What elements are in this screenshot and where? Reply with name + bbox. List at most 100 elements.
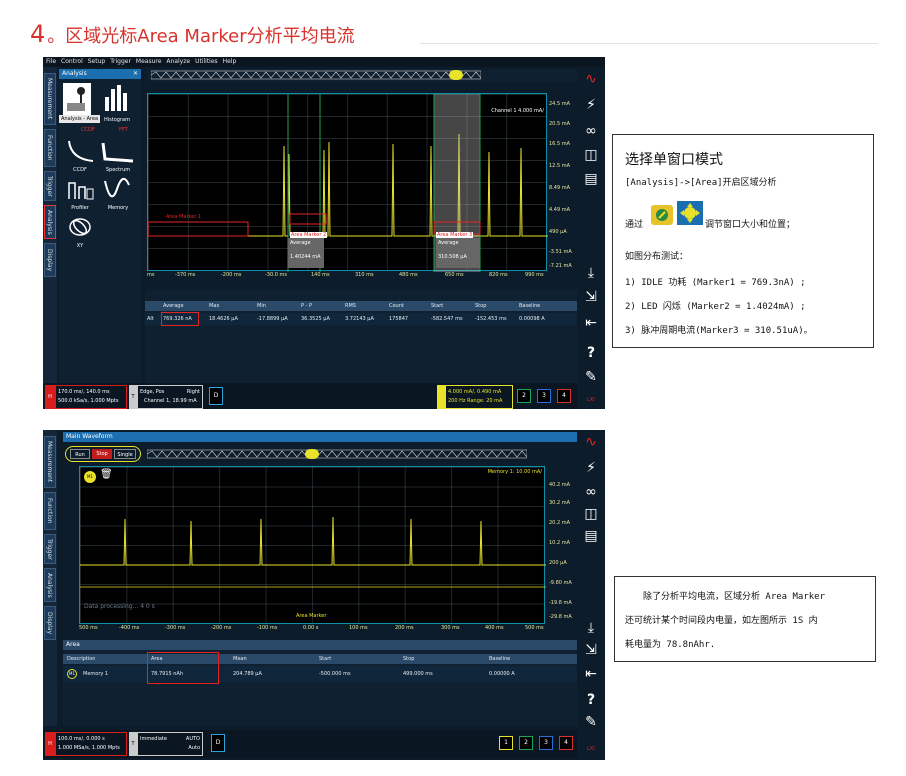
- channel-1-box[interactable]: 4.000 mA/, 0.490 mA 200 Hz Range: 20 mA: [437, 385, 513, 409]
- x-label: -200 ms: [221, 272, 242, 278]
- single-button[interactable]: Single: [114, 449, 136, 459]
- horizontal-badge[interactable]: H: [45, 732, 55, 756]
- m1-badge[interactable]: M1: [84, 471, 96, 483]
- menu-setup[interactable]: Setup: [88, 58, 105, 65]
- trigger-box[interactable]: Edge, Pos Right Channel 1, 18.99 mA: [137, 385, 203, 409]
- channel-3-button[interactable]: 3: [539, 736, 553, 750]
- analysis-area-item[interactable]: [63, 83, 91, 115]
- heading-title: 区域光标Area Marker分析平均电流: [65, 26, 355, 47]
- waveform-trace-2: [80, 516, 546, 588]
- digital-channel-button[interactable]: D: [211, 734, 225, 752]
- profiler-item[interactable]: Profiler: [65, 177, 95, 211]
- trigger-line-1: Edge, Pos: [140, 389, 165, 395]
- tab-function[interactable]: Function: [44, 129, 56, 167]
- analysis-tooltip: Analysis - Area: [59, 115, 101, 123]
- tab-display[interactable]: Display: [44, 243, 56, 277]
- timebase-box[interactable]: 100.0 ms/, 0.000 s 1.000 MSa/s, 1.000 Mp…: [55, 732, 127, 756]
- measurement-table-header: Average Max Min P - P RMS Count Start St…: [145, 301, 577, 311]
- waveform-grid-2[interactable]: M1 🗑 Memory 1: 10.00 mA/ Data processing…: [79, 466, 546, 624]
- window-layout-icon[interactable]: ◫: [583, 147, 599, 163]
- memory-scale-label: Memory 1: 10.00 mA/: [487, 469, 542, 475]
- analysis-panel: Analysis ✕ Analysis - Area Histogram CCD…: [59, 69, 141, 383]
- lxi-label: LXI: [587, 397, 595, 403]
- import-icon[interactable]: ⇲: [583, 289, 599, 305]
- trigger-mode: Immediate: [140, 736, 167, 742]
- y-label: -9.80 mA: [549, 580, 572, 586]
- cell-max: 18.4626 μA: [209, 316, 238, 322]
- window-layout-icon[interactable]: ◫: [583, 506, 599, 522]
- memory-label: Memory: [107, 205, 129, 211]
- spectrum-item[interactable]: Spectrum: [101, 139, 135, 173]
- tab-analysis[interactable]: Analysis: [44, 568, 56, 602]
- channel-4-button[interactable]: 4: [557, 389, 571, 403]
- profiler-tool-icon[interactable]: ▤: [583, 171, 599, 187]
- menu-control[interactable]: Control: [61, 58, 83, 65]
- import-icon[interactable]: ⇲: [583, 642, 599, 658]
- trigger-position-marker-2[interactable]: [305, 449, 319, 459]
- note-1-line-2-post: 调节窗口大小和位置；: [705, 220, 796, 230]
- menu-measure[interactable]: Measure: [136, 58, 162, 65]
- area-marker-label[interactable]: Area Marker: [296, 613, 326, 619]
- table-row[interactable]: M1 Memory 1 78.7915 nAh 204.789 μA -500.…: [63, 666, 577, 682]
- memory-item[interactable]: Memory: [101, 177, 135, 211]
- menu-help[interactable]: Help: [223, 58, 237, 65]
- menu-trigger[interactable]: Trigger: [110, 58, 131, 65]
- infinity-icon[interactable]: ∞: [583, 123, 599, 139]
- help-icon[interactable]: ?: [583, 692, 599, 708]
- tab-trigger[interactable]: Trigger: [44, 534, 56, 564]
- stop-button[interactable]: Stop: [92, 449, 112, 459]
- tab-function[interactable]: Function: [44, 492, 56, 530]
- menu-file[interactable]: File: [46, 58, 56, 65]
- x-label: 400 ms: [485, 625, 504, 631]
- y-label: -19.8 mA: [549, 600, 572, 606]
- trigger-box[interactable]: Immediate AUTO Auto: [137, 732, 203, 756]
- probe-icon[interactable]: ⚡: [583, 460, 599, 476]
- infinity-icon[interactable]: ∞: [583, 484, 599, 500]
- exit-icon[interactable]: ⇤: [583, 315, 599, 331]
- timebase-box[interactable]: 170.0 ms/, 140.0 ms 500.0 kSa/s, 1.000 M…: [55, 385, 127, 409]
- cell-pp: 36.3525 μA: [301, 316, 330, 322]
- channel-2-button[interactable]: 2: [519, 736, 533, 750]
- ccdf-label: CCDF: [73, 167, 87, 173]
- tab-measurement[interactable]: Measurement: [44, 73, 56, 125]
- help-icon[interactable]: ?: [583, 345, 599, 361]
- histogram-item[interactable]: Histogram: [99, 83, 135, 123]
- tab-analysis[interactable]: Analysis: [44, 205, 56, 239]
- trigger-badge[interactable]: T: [129, 385, 137, 409]
- channel-scale-label: Channel 1 4.000 mA/: [491, 108, 544, 114]
- table-row[interactable]: Alt 769.326 nA 18.4626 μA -17.8899 μA 36…: [145, 313, 577, 325]
- xy-item[interactable]: XY: [65, 215, 95, 249]
- probe-icon[interactable]: ⚡: [583, 97, 599, 113]
- cell-baseline: 0.00098 A: [519, 316, 545, 322]
- trash-icon[interactable]: 🗑: [100, 469, 113, 480]
- channel-1-button[interactable]: 1: [499, 736, 513, 750]
- col-baseline: Baseline: [489, 656, 511, 662]
- col-rms: RMS: [345, 303, 356, 309]
- download-icon[interactable]: ⤓: [583, 620, 599, 636]
- profiler-tool-icon[interactable]: ▤: [583, 528, 599, 544]
- tab-trigger[interactable]: Trigger: [44, 171, 56, 201]
- waveform-grid-1[interactable]: Channel 1 4.000 mA/ Area Marker 1 Area M…: [147, 93, 548, 272]
- run-button[interactable]: Run: [70, 449, 90, 459]
- area-marker-1-label[interactable]: Area Marker 1: [166, 214, 201, 220]
- horizontal-badge[interactable]: H: [45, 385, 55, 409]
- close-icon[interactable]: ✕: [133, 69, 138, 79]
- channel-2-button[interactable]: 2: [517, 389, 531, 403]
- download-icon[interactable]: ⤓: [583, 265, 599, 281]
- menu-utilities[interactable]: Utilities: [195, 58, 218, 65]
- trigger-position-marker[interactable]: [449, 70, 463, 80]
- exit-icon[interactable]: ⇤: [583, 666, 599, 682]
- trigger-badge[interactable]: T: [129, 732, 137, 756]
- main-waveform-tab[interactable]: Main Waveform: [63, 432, 115, 442]
- digital-channel-button[interactable]: D: [209, 387, 223, 405]
- ccdf-item[interactable]: CCDF: [65, 139, 95, 173]
- channel-4-button[interactable]: 4: [559, 736, 573, 750]
- channel-3-button[interactable]: 3: [537, 389, 551, 403]
- tab-measurement[interactable]: Measurement: [44, 436, 56, 488]
- menu-analyze[interactable]: Analyze: [166, 58, 190, 65]
- tools-icon[interactable]: ✎: [583, 369, 599, 385]
- channel-1-line-1: 4.000 mA/, 0.490 mA: [448, 389, 502, 395]
- tab-display[interactable]: Display: [44, 606, 56, 640]
- y-label: 8.49 mA: [549, 185, 571, 191]
- tools-icon[interactable]: ✎: [583, 714, 599, 730]
